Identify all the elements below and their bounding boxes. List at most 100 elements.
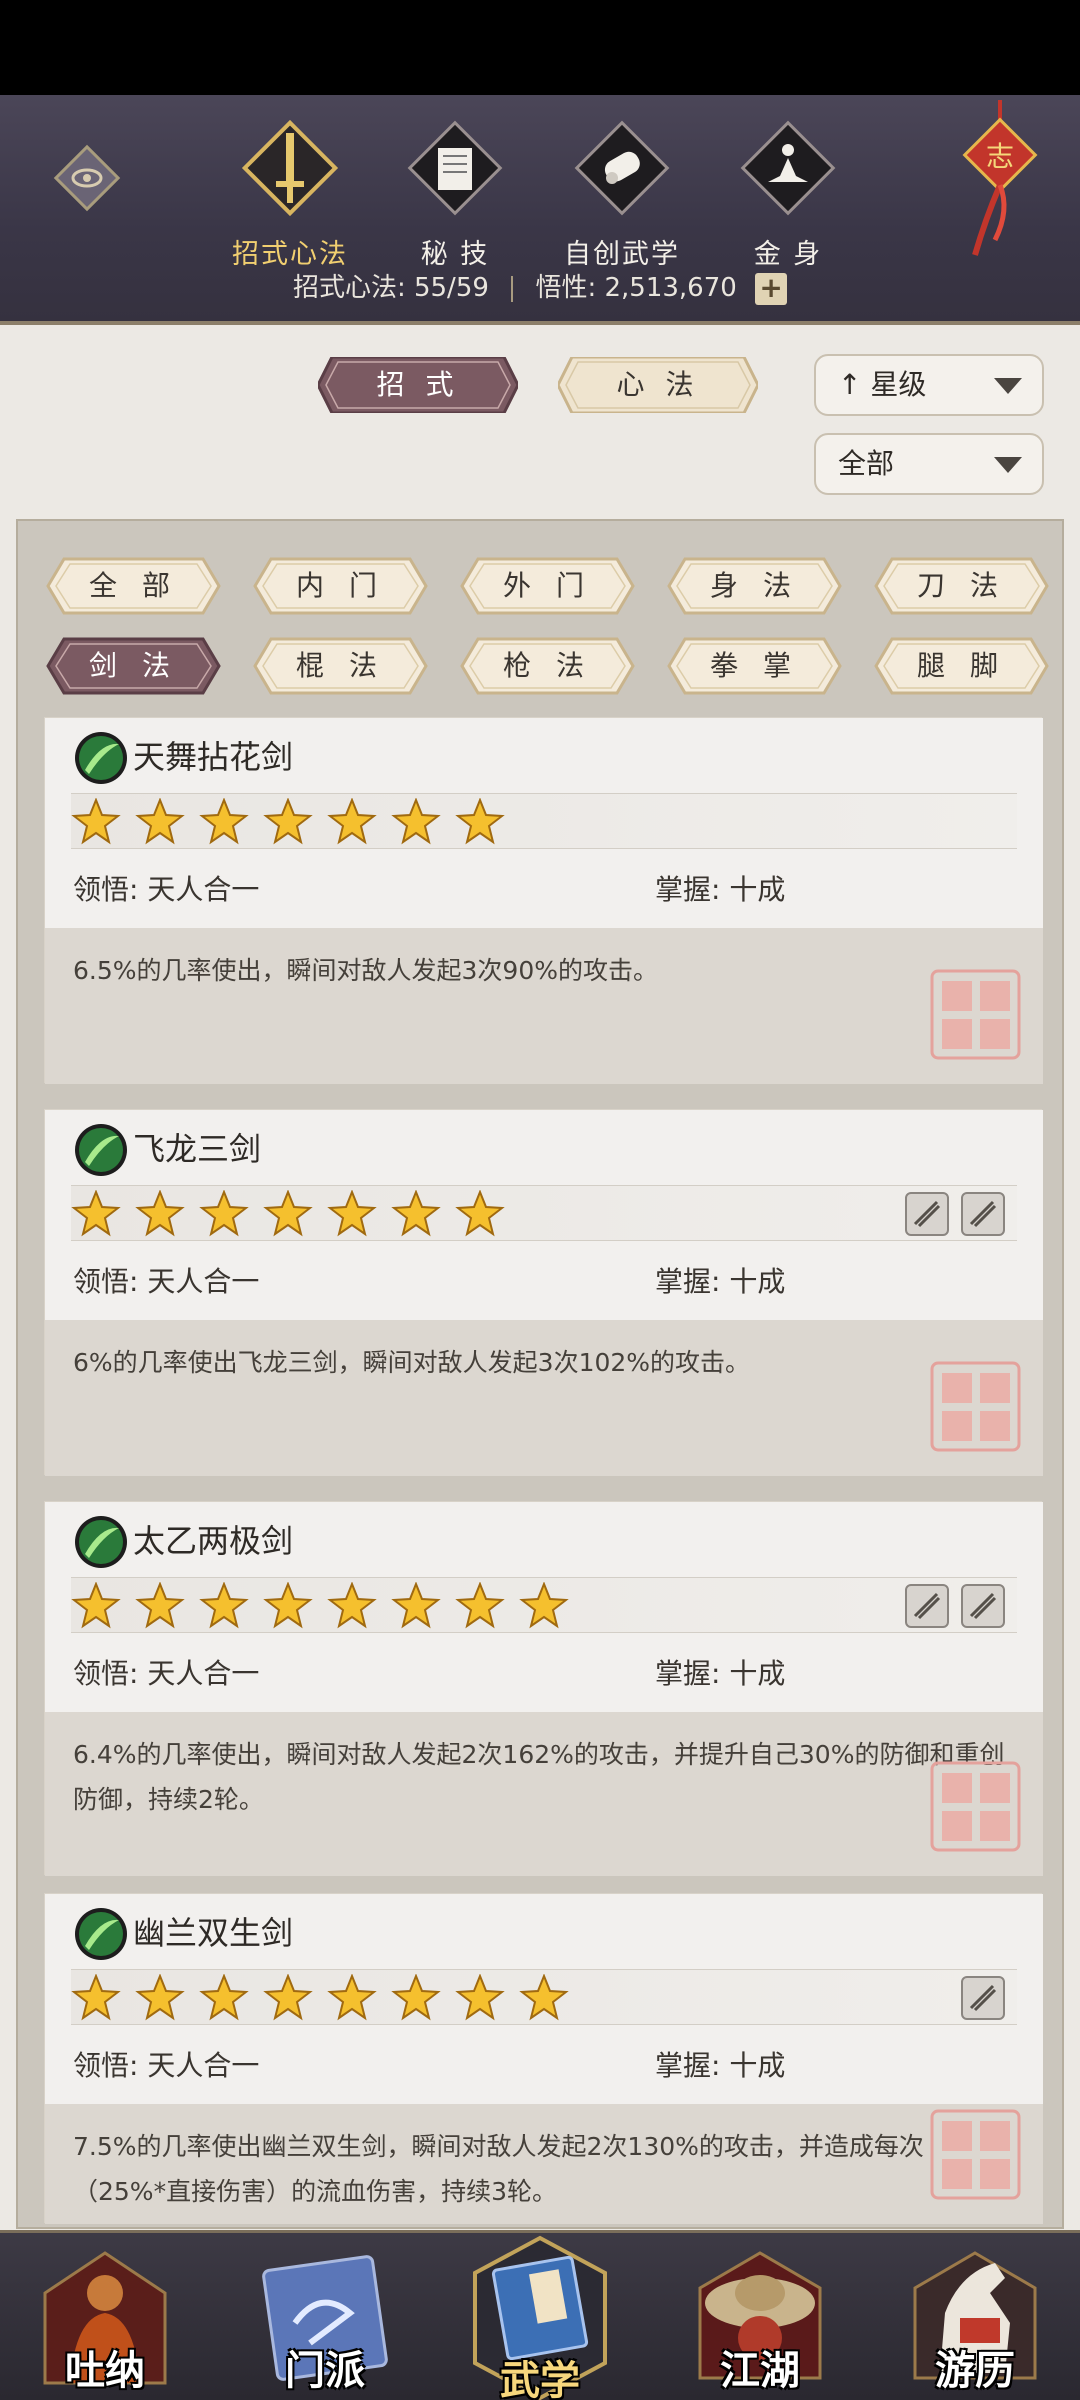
crossed-swords-tag-icon[interactable]: [961, 1976, 1005, 2020]
skill-card-header: 飞龙三剑 领悟: 天人合一 掌握: 十成: [45, 1110, 1043, 1320]
nav-label-secret: 秘 技: [420, 239, 490, 270]
star-icon: [519, 1974, 569, 2021]
skill-panel: 全 部 内 门 外 门 身 法 刀 法剑 法 棍 法 枪 法 拳 掌 腿 脚 天舞拈花剑 领悟: …: [16, 519, 1064, 2229]
slash-tag-icon[interactable]: [905, 1192, 949, 1236]
bottom-nav-travel[interactable]: 游历: [900, 2233, 1050, 2400]
dragon-tag-icon[interactable]: [961, 1192, 1005, 1236]
category-label: 腿 脚: [917, 649, 1006, 682]
nav-label-custom: 自创武学: [564, 239, 680, 270]
filter-area: 招 式 心 法 ↑ 星级 全部: [0, 329, 1080, 519]
skill-card[interactable]: 天舞拈花剑 领悟: 天人合一 掌握: 十成 6.5%的几率使出，瞬间对敌人发起3次90…: [44, 717, 1043, 1084]
insight-label: 悟性:: [535, 273, 597, 303]
insight-value: 2,513,670: [604, 273, 737, 303]
star-icon: [263, 798, 313, 845]
skill-card[interactable]: 飞龙三剑 领悟: 天人合一 掌握: 十成 6%的几率使出飞龙三剑，瞬间对敌人发起3次1…: [44, 1109, 1043, 1476]
top-nav: 招式心法 秘 技 自创武学 金 身 志 招式心法: 55/59 悟性: 2,51…: [0, 95, 1080, 325]
star-icon: [327, 1582, 377, 1629]
red-seal-stamp-icon: [930, 1761, 1021, 1852]
status-bar: [0, 0, 1080, 95]
comprehension: 领悟: 天人合一: [73, 1265, 260, 1298]
red-seal-stamp-icon: [930, 2109, 1021, 2200]
divider: [511, 275, 514, 302]
star-icon: [327, 798, 377, 845]
category-label: 棍 法: [296, 649, 385, 682]
tab-heart-label: 心 法: [616, 368, 700, 401]
bottom-nav-label: 吐纳: [65, 2347, 145, 2394]
bottom-nav-breath[interactable]: 吐纳: [30, 2233, 180, 2400]
star-icon: [135, 798, 185, 845]
nav-item-moves[interactable]: 招式心法: [220, 110, 360, 270]
add-insight-button[interactable]: +: [755, 272, 788, 305]
eye-icon[interactable]: [52, 143, 122, 213]
skill-name: 太乙两极剑: [133, 1522, 294, 1560]
star-rating: [71, 1969, 1017, 2025]
skill-card-header: 太乙两极剑 领悟: 天人合一 掌握: 十成: [45, 1502, 1043, 1712]
sort-dropdown[interactable]: ↑ 星级: [814, 354, 1044, 416]
bottom-nav-martial[interactable]: 武学: [465, 2233, 615, 2400]
meditation-icon: [740, 120, 836, 216]
category-button[interactable]: 身 法: [667, 557, 842, 615]
red-seal-stamp-icon: [930, 969, 1021, 1060]
scope-dropdown[interactable]: 全部: [814, 433, 1044, 495]
star-icon: [391, 1190, 441, 1237]
comprehension: 领悟: 天人合一: [73, 1657, 260, 1690]
category-button[interactable]: 全 部: [46, 557, 221, 615]
lucky-knot-icon[interactable]: 志: [955, 100, 1045, 260]
comprehension: 领悟: 天人合一: [73, 2049, 260, 2082]
star-icon: [455, 1190, 505, 1237]
nav-item-custom[interactable]: 自创武学: [552, 110, 692, 270]
skill-card[interactable]: 幽兰双生剑 领悟: 天人合一 掌握: 十成 7.5%的几率使出幽兰双生剑，瞬间对敌人发…: [44, 1893, 1043, 2224]
star-icon: [71, 1582, 121, 1629]
chevron-down-icon: [994, 378, 1022, 394]
category-button[interactable]: 外 门: [460, 557, 635, 615]
skill-card-header: 幽兰双生剑 领悟: 天人合一 掌握: 十成: [45, 1894, 1043, 2104]
star-icon: [519, 1582, 569, 1629]
star-icon: [455, 1582, 505, 1629]
star-icon: [135, 1190, 185, 1237]
category-button[interactable]: 枪 法: [460, 637, 635, 695]
bottom-nav-jianghu[interactable]: 江湖: [685, 2233, 835, 2400]
mastery: 掌握: 十成: [655, 873, 786, 906]
star-rating: [71, 1577, 1017, 1633]
tab-heart[interactable]: 心 法: [558, 357, 758, 413]
category-button[interactable]: 刀 法: [874, 557, 1049, 615]
star-icon: [455, 798, 505, 845]
nav-item-secret[interactable]: 秘 技: [385, 110, 525, 270]
skill-card[interactable]: 太乙两极剑 领悟: 天人合一 掌握: 十成 6.4%的几率使出，瞬间对敌人发起2次16…: [44, 1501, 1043, 1876]
sword-skill-icon: [75, 1516, 127, 1568]
star-rating: [71, 793, 1017, 849]
yinyang-tag-icon[interactable]: [961, 1584, 1005, 1628]
decorative-line: [620, 451, 780, 453]
category-button[interactable]: 腿 脚: [874, 637, 1049, 695]
star-icon: [327, 1974, 377, 2021]
category-label: 枪 法: [503, 649, 592, 682]
svg-text:志: 志: [986, 140, 1014, 173]
bottom-nav-sect[interactable]: 门派: [250, 2233, 400, 2400]
star-icon: [135, 1582, 185, 1629]
nav-item-body[interactable]: 金 身: [718, 110, 858, 270]
star-icon: [199, 798, 249, 845]
category-button[interactable]: 拳 掌: [667, 637, 842, 695]
skills-count-value: 55/59: [413, 273, 489, 303]
star-icon: [71, 1974, 121, 2021]
category-button[interactable]: 棍 法: [253, 637, 428, 695]
star-icon: [199, 1190, 249, 1237]
star-icon: [71, 798, 121, 845]
book-icon: [407, 120, 503, 216]
tab-moves-label: 招 式: [376, 368, 460, 401]
category-button[interactable]: 内 门: [253, 557, 428, 615]
skills-count-label: 招式心法:: [292, 273, 406, 303]
bottom-nav-label: 武学: [500, 2357, 580, 2400]
sword-skill-icon: [75, 1124, 127, 1176]
red-seal-stamp-icon: [930, 1361, 1021, 1452]
mastery: 掌握: 十成: [655, 1265, 786, 1298]
scroll-icon: [574, 120, 670, 216]
sort-label: ↑ 星级: [838, 368, 927, 401]
bottom-nav: 吐纳 门派 武学 江湖 游历: [0, 2230, 1080, 2400]
shield-tag-icon[interactable]: [905, 1584, 949, 1628]
skill-card-header: 天舞拈花剑 领悟: 天人合一 掌握: 十成: [45, 718, 1043, 928]
category-button[interactable]: 剑 法: [46, 637, 221, 695]
star-icon: [391, 798, 441, 845]
tab-moves[interactable]: 招 式: [318, 357, 518, 413]
category-label: 身 法: [710, 569, 799, 602]
